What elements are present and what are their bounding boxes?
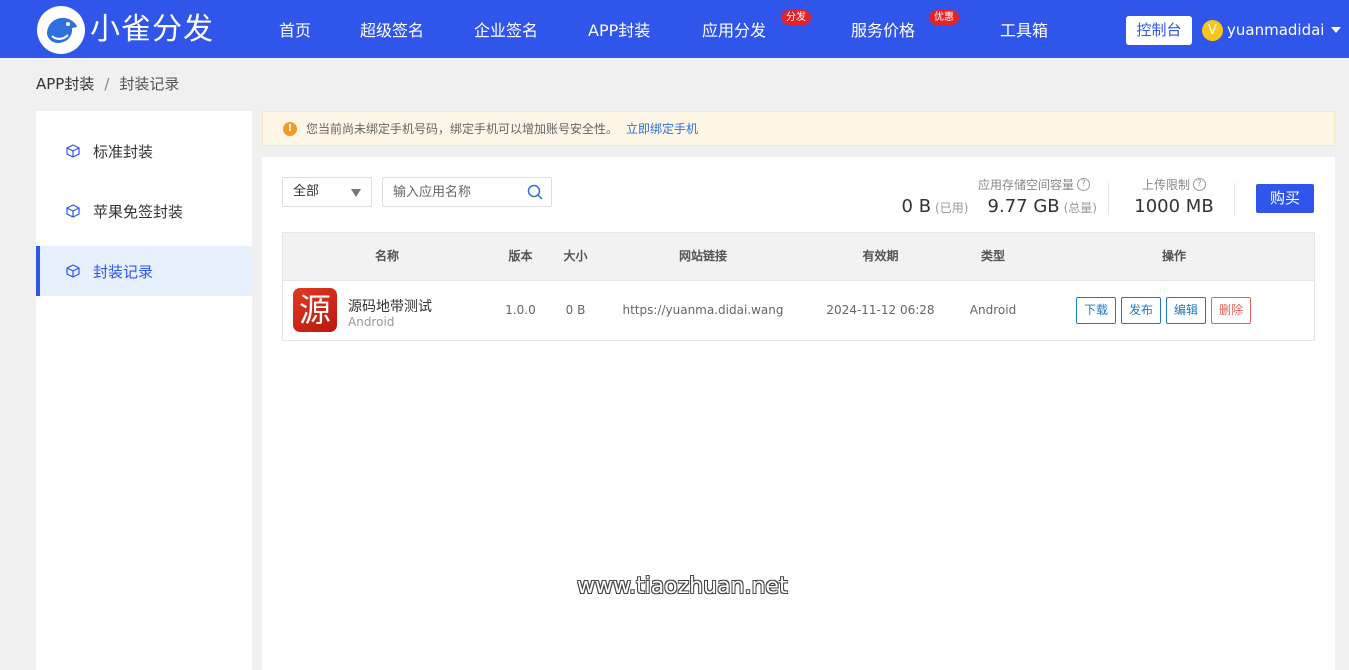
col-actions: 操作 (1161, 249, 1186, 263)
col-size: 大小 (563, 249, 588, 263)
app-search-input[interactable] (383, 178, 523, 206)
app-type: Android (969, 303, 1017, 317)
app-size: 0 B (565, 303, 586, 317)
nav-app-wrap[interactable]: APP封装 (588, 0, 650, 58)
edit-button[interactable]: 编辑 (1166, 297, 1207, 324)
breadcrumb: APP封装 / 封装记录 (36, 73, 179, 94)
app-icon: 源 (293, 288, 337, 332)
upload-limit-label: 上传限制 (1141, 178, 1190, 192)
table-row: 源 源码地带测试 Android 1.0.0 0 B https://yuanm… (283, 281, 1314, 340)
table-header: 名称 版本 大小 网站链接 有效期 类型 操作 (283, 233, 1314, 281)
sidebar-item-label: 标准封装 (93, 142, 154, 161)
wrap-records-table: 名称 版本 大小 网站链接 有效期 类型 操作 源 源码地带测试 Android… (282, 232, 1315, 341)
divider (1108, 183, 1109, 215)
phone-binding-notice: ! 您当前尚未绑定手机号码，绑定手机可以增加账号安全性。 立即绑定手机 (262, 111, 1335, 146)
sidebar-item-wrap-records[interactable]: 封装记录 (36, 246, 252, 296)
console-button[interactable]: 控制台 (1126, 16, 1192, 45)
col-expiry: 有效期 (862, 249, 899, 263)
app-search-box (382, 177, 552, 207)
wrap-records-panel: 全部 应用存储空间容量 ? 0 B(已用) 9.77 GB(总量) 上传限制 ?… (262, 157, 1335, 670)
nav-toolbox[interactable]: 工具箱 (1000, 0, 1048, 58)
sidebar: 标准封装 苹果免签封装 封装记录 (36, 111, 252, 670)
upload-limit-stat: 上传限制 ? 1000 MB (1124, 176, 1224, 217)
storage-total-suffix: (总量) (1063, 201, 1097, 215)
buy-button[interactable]: 购买 (1256, 184, 1314, 213)
triangle-down-icon (351, 189, 361, 197)
col-type: 类型 (980, 249, 1005, 263)
app-name: 源码地带测试 (348, 299, 432, 315)
download-button[interactable]: 下载 (1076, 297, 1117, 324)
sidebar-item-label: 苹果免签封装 (93, 202, 184, 221)
nav-super-sign[interactable]: 超级签名 (360, 0, 424, 58)
sidebar-item-apple-free-sign[interactable]: 苹果免签封装 (36, 186, 252, 236)
cube-icon (66, 204, 80, 218)
nav-badge-discount: 优惠 (929, 10, 959, 25)
divider (1234, 183, 1235, 215)
avatar: V (1202, 19, 1223, 41)
nav-app-distribution[interactable]: 应用分发 (702, 0, 766, 58)
notice-text: 您当前尚未绑定手机号码，绑定手机可以增加账号安全性。 (306, 122, 619, 136)
nav-enterprise-sign[interactable]: 企业签名 (474, 0, 538, 58)
breadcrumb-parent[interactable]: APP封装 (36, 73, 94, 94)
username: yuanmadidai (1227, 21, 1325, 39)
nav-badge-distribution: 分发 (781, 10, 811, 25)
nav-pricing[interactable]: 服务价格 (851, 0, 915, 58)
help-icon[interactable]: ? (1077, 178, 1090, 191)
app-version: 1.0.0 (505, 303, 536, 317)
app-expiry: 2024-11-12 06:28 (826, 303, 935, 317)
help-icon[interactable]: ? (1193, 178, 1206, 191)
cube-icon (66, 144, 80, 158)
row-actions: 下载 发布 编辑 删除 (1076, 297, 1256, 324)
type-filter-select[interactable]: 全部 (282, 177, 372, 207)
sidebar-item-label: 封装记录 (93, 262, 154, 281)
app-platform: Android (348, 315, 395, 329)
type-filter-value: 全部 (293, 184, 320, 199)
warning-icon: ! (283, 121, 297, 136)
nav-home[interactable]: 首页 (279, 0, 311, 58)
sidebar-item-standard-wrap[interactable]: 标准封装 (36, 126, 252, 176)
publish-button[interactable]: 发布 (1121, 297, 1162, 324)
storage-label: 应用存储空间容量 (977, 178, 1074, 192)
col-url: 网站链接 (678, 249, 727, 263)
bind-phone-link[interactable]: 立即绑定手机 (626, 120, 698, 137)
cube-icon (66, 264, 80, 278)
top-navbar: 小雀分发 首页 超级签名 企业签名 APP封装 应用分发 分发 服务价格 优惠 … (0, 0, 1349, 58)
breadcrumb-current: 封装记录 (119, 75, 180, 93)
user-menu[interactable]: V yuanmadidai (1202, 18, 1342, 42)
search-icon[interactable] (527, 184, 543, 200)
breadcrumb-separator: / (104, 74, 110, 93)
storage-used-value: 0 B (901, 196, 932, 217)
upload-limit-value: 1000 MB (1134, 196, 1214, 217)
caret-down-icon (1331, 27, 1342, 33)
col-name: 名称 (374, 249, 399, 263)
storage-stat: 应用存储空间容量 ? 0 B (已用) 9.77 GB (总量) (872, 176, 1097, 217)
col-version: 版本 (508, 249, 533, 263)
storage-total-value: 9.77 GB (987, 196, 1060, 217)
watermark: www.tiaozhuan.net (577, 574, 788, 599)
delete-button[interactable]: 删除 (1211, 297, 1252, 324)
app-url: https://yuanma.didai.wang (622, 303, 784, 317)
storage-used-suffix: (已用) (935, 201, 969, 215)
